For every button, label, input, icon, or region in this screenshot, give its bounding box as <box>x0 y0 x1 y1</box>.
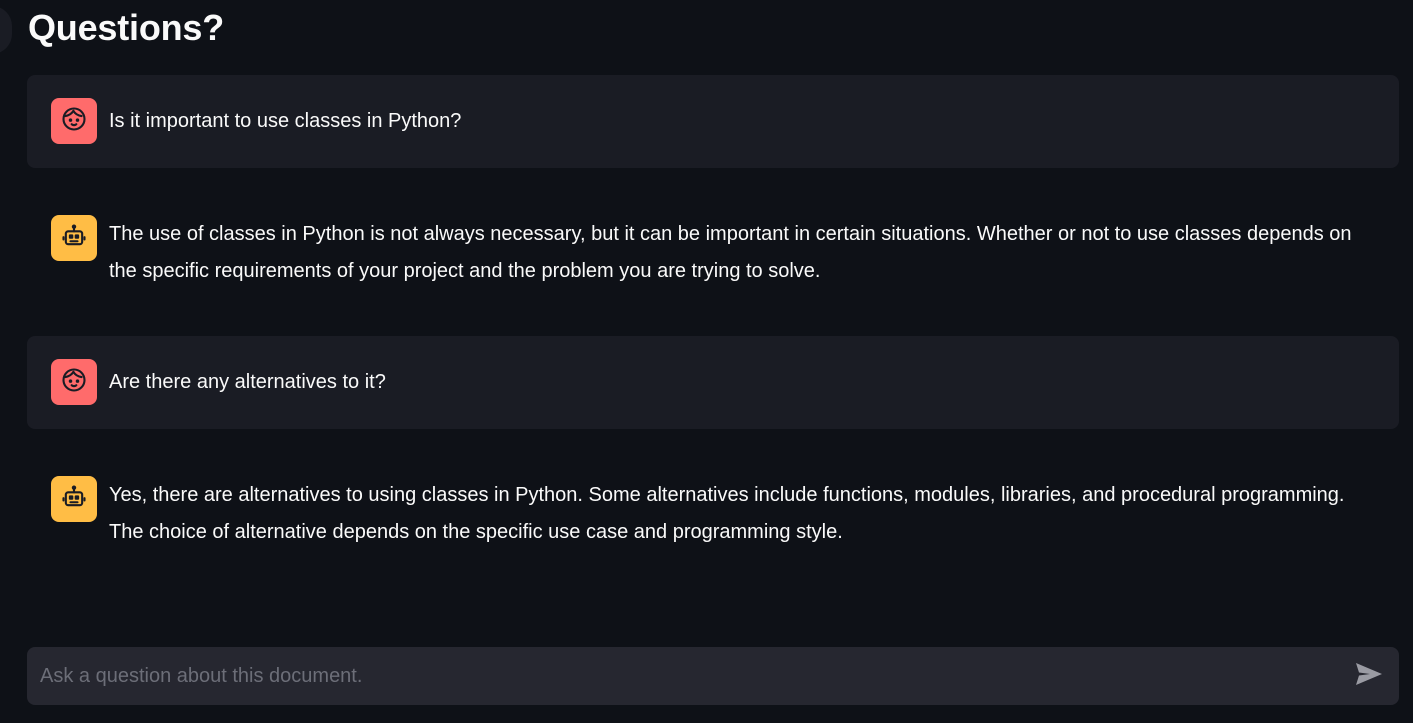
user-avatar <box>51 359 97 405</box>
assistant-avatar <box>51 476 97 522</box>
chat-message-user: Are there any alternatives to it? <box>27 336 1399 429</box>
user-avatar <box>51 98 97 144</box>
assistant-avatar <box>51 215 97 261</box>
robot-icon <box>60 222 88 255</box>
chat-page: Questions? Is it important to use classe… <box>0 0 1413 723</box>
chat-input[interactable] <box>27 647 1327 705</box>
message-text: The use of classes in Python is not alwa… <box>109 223 1352 282</box>
chat-message-assistant: The use of classes in Python is not alwa… <box>27 191 1399 311</box>
message-text: Is it important to use classes in Python… <box>109 110 462 132</box>
chat-message-assistant: Yes, there are alternatives to using cla… <box>27 452 1399 572</box>
message-text: Yes, there are alternatives to using cla… <box>109 484 1345 543</box>
face-icon <box>60 366 88 399</box>
chat-input-bar <box>27 647 1399 705</box>
send-icon <box>1354 661 1384 692</box>
send-button[interactable] <box>1353 661 1385 691</box>
robot-icon <box>60 483 88 516</box>
chat-message-user: Is it important to use classes in Python… <box>27 75 1399 168</box>
message-text: Are there any alternatives to it? <box>109 371 386 393</box>
page-title: Questions? <box>28 7 225 48</box>
sidebar-toggle-edge[interactable] <box>0 6 12 54</box>
face-icon <box>60 105 88 138</box>
